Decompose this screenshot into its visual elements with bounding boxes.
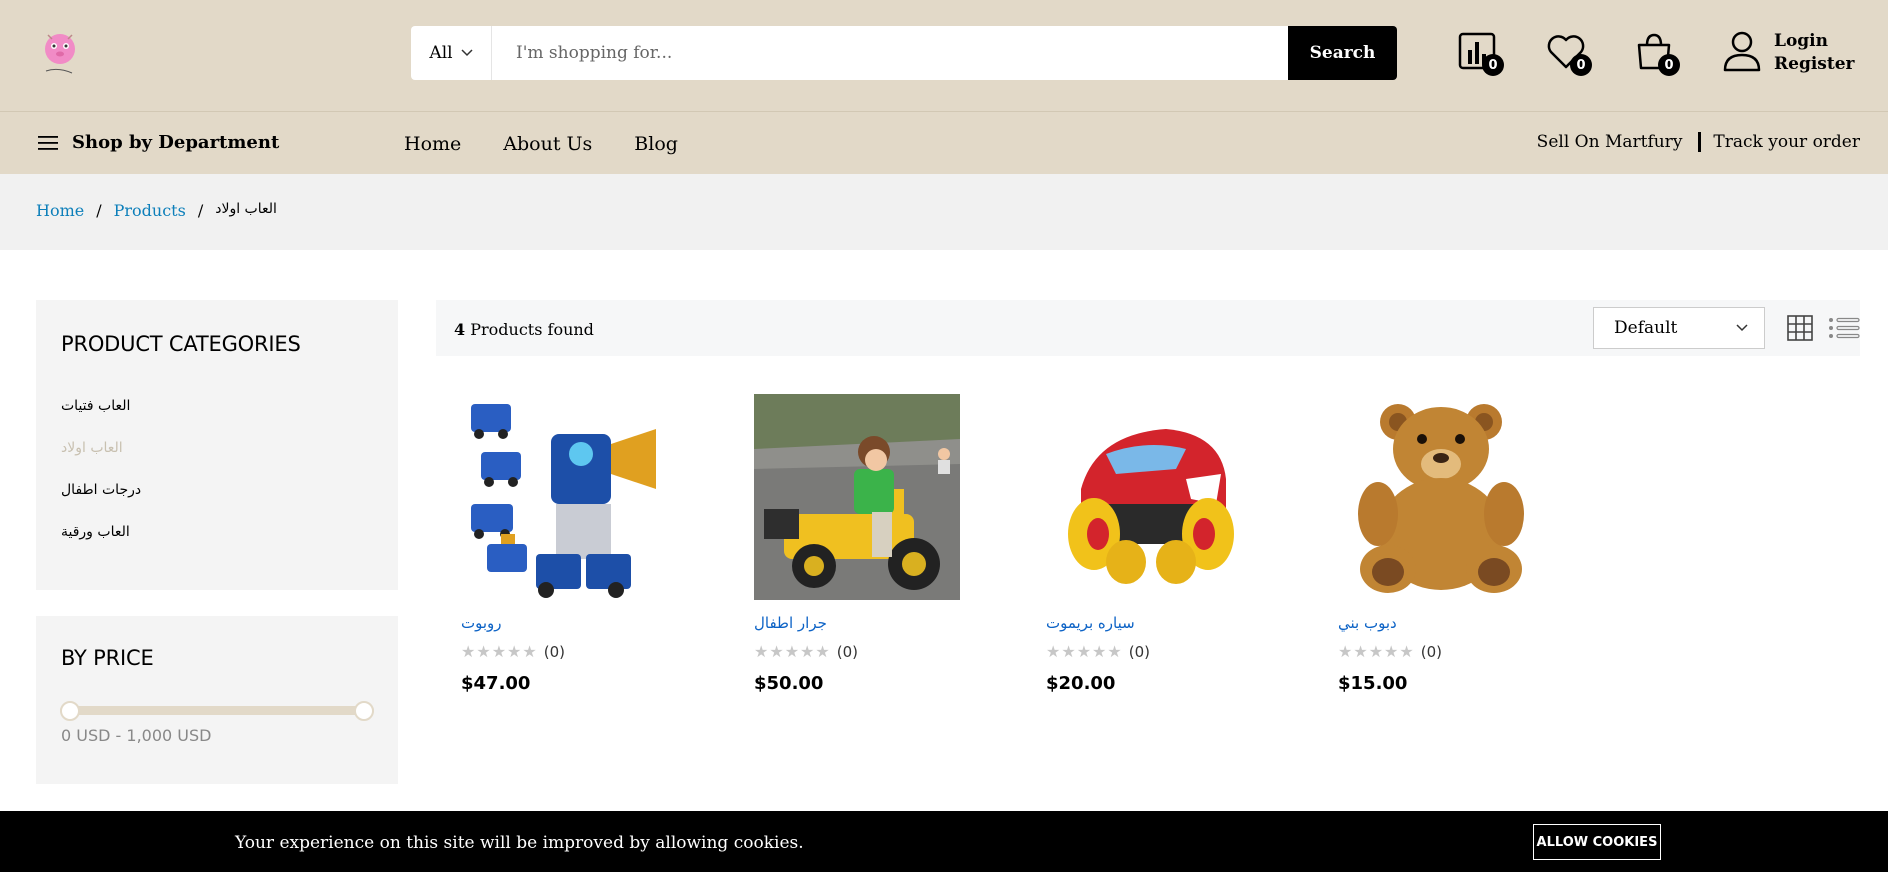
sort-select-value: Default <box>1614 318 1678 338</box>
nav-separator <box>1698 132 1702 152</box>
chevron-down-icon <box>461 49 473 57</box>
wishlist-count-badge: 0 <box>1570 54 1592 76</box>
search-category-select[interactable]: All <box>411 26 492 80</box>
products-found-text: 4 Products found <box>454 320 594 339</box>
sort-select[interactable]: Default <box>1593 307 1765 349</box>
price-filter-title: BY PRICE <box>61 646 154 670</box>
store-logo[interactable] <box>38 27 90 79</box>
product-title-link[interactable]: سياره بريموت <box>1046 614 1252 632</box>
product-rating: ★★★★★ (0) <box>1338 642 1544 661</box>
product-title-link[interactable]: روبوت <box>461 614 667 632</box>
header-utility-links: Sell On Martfury Track your order <box>1537 132 1860 152</box>
search-category-label: All <box>429 43 453 63</box>
category-item[interactable]: العاب فتيات <box>61 398 141 440</box>
product-rating-count: (0) <box>543 642 565 661</box>
category-item[interactable]: العاب ورقية <box>61 524 141 566</box>
product-price: $50.00 <box>754 673 824 694</box>
user-icon <box>1723 31 1761 72</box>
product-title-link[interactable]: دبوب بني <box>1338 614 1544 632</box>
star-rating-icon: ★★★★★ <box>461 642 538 661</box>
products-found-label: Products found <box>470 320 594 339</box>
product-price: $15.00 <box>1338 673 1408 694</box>
shop-by-department-menu[interactable]: Shop by Department <box>38 132 279 153</box>
cookie-consent-text: Your experience on this site will be imp… <box>235 833 804 853</box>
search-bar: All Search <box>411 26 1397 80</box>
allow-cookies-button[interactable]: ALLOW COOKIES <box>1533 824 1661 860</box>
compare-button[interactable]: 0 <box>1458 32 1504 76</box>
nav-about-us-link[interactable]: About Us <box>503 133 592 155</box>
product-categories-widget: PRODUCT CATEGORIES العاب فتيات العاب اول… <box>36 300 398 590</box>
shop-by-department-label: Shop by Department <box>72 132 280 153</box>
product-rating-count: (0) <box>836 642 858 661</box>
compare-count-badge: 0 <box>1482 54 1504 76</box>
product-rating-count: (0) <box>1420 642 1442 661</box>
nav-blog-link[interactable]: Blog <box>634 133 678 155</box>
grid-view-button[interactable] <box>1786 314 1814 342</box>
product-categories-title: PRODUCT CATEGORIES <box>61 332 301 356</box>
main-nav-links: Home About Us Blog <box>404 133 678 155</box>
search-button[interactable]: Search <box>1288 26 1397 80</box>
product-price: $47.00 <box>461 673 531 694</box>
product-image[interactable] <box>461 394 667 600</box>
product-price: $20.00 <box>1046 673 1116 694</box>
breadcrumb-bar: Home / Products / العاب اولاد <box>0 174 1888 250</box>
chevron-down-icon <box>1736 324 1748 332</box>
cookie-consent-bar: Your experience on this site will be imp… <box>0 811 1888 872</box>
list-view-button[interactable] <box>1828 314 1860 342</box>
product-image[interactable] <box>754 394 960 600</box>
breadcrumb-separator: / <box>96 201 102 220</box>
breadcrumb-home-link[interactable]: Home <box>36 201 84 220</box>
product-card[interactable]: سياره بريموت ★★★★★ (0) $20.00 <box>1046 394 1252 694</box>
breadcrumb-separator: / <box>197 201 204 220</box>
price-slider-max-handle[interactable] <box>354 701 374 721</box>
track-order-link[interactable]: Track your order <box>1713 132 1860 152</box>
category-item-active[interactable]: العاب اولاد <box>61 440 141 482</box>
product-card[interactable]: جرار اطفال ★★★★★ (0) $50.00 <box>754 394 960 694</box>
cart-count-badge: 0 <box>1658 54 1680 76</box>
product-rating: ★★★★★ (0) <box>1046 642 1252 661</box>
cart-button[interactable]: 0 <box>1634 32 1680 76</box>
product-rating: ★★★★★ (0) <box>754 642 960 661</box>
price-slider-min-handle[interactable] <box>60 701 80 721</box>
product-rating: ★★★★★ (0) <box>461 642 667 661</box>
price-slider-track[interactable] <box>60 701 374 721</box>
star-rating-icon: ★★★★★ <box>1338 642 1415 661</box>
breadcrumb-current: العاب اولاد <box>215 201 277 217</box>
sell-on-martfury-link[interactable]: Sell On Martfury <box>1537 132 1683 152</box>
account-menu: Login Register <box>1722 30 1854 76</box>
products-found-count: 4 <box>454 320 466 339</box>
star-rating-icon: ★★★★★ <box>754 642 831 661</box>
price-range-label: 0 USD - 1,000 USD <box>61 726 212 745</box>
product-title-link[interactable]: جرار اطفال <box>754 614 960 632</box>
hamburger-menu-icon <box>38 135 58 150</box>
search-input[interactable] <box>492 26 1288 80</box>
products-toolbar: 4 Products found Default <box>436 300 1860 356</box>
product-rating-count: (0) <box>1128 642 1150 661</box>
breadcrumb-products-link[interactable]: Products <box>114 201 186 220</box>
header-bar: All Search 0 0 0 Login Register <box>0 0 1888 111</box>
product-card[interactable]: روبوت ★★★★★ (0) $47.00 <box>461 394 667 694</box>
product-image[interactable] <box>1046 394 1252 600</box>
product-image[interactable] <box>1338 394 1544 600</box>
nav-home-link[interactable]: Home <box>404 133 461 155</box>
register-link[interactable]: Register <box>1774 53 1854 76</box>
list-view-icon <box>1829 317 1860 339</box>
product-card[interactable]: دبوب بني ★★★★★ (0) $15.00 <box>1338 394 1544 694</box>
price-filter-widget: BY PRICE 0 USD - 1,000 USD <box>36 616 398 784</box>
grid-view-icon <box>1787 315 1813 341</box>
star-rating-icon: ★★★★★ <box>1046 642 1123 661</box>
breadcrumb: Home / Products / العاب اولاد <box>36 201 277 220</box>
category-list: العاب فتيات العاب اولاد درجات اطفال العا… <box>61 398 141 566</box>
wishlist-button[interactable]: 0 <box>1546 32 1592 76</box>
main-navigation-bar: Shop by Department Home About Us Blog Se… <box>0 111 1888 174</box>
login-link[interactable]: Login <box>1774 30 1854 53</box>
category-item[interactable]: درجات اطفال <box>61 482 141 524</box>
